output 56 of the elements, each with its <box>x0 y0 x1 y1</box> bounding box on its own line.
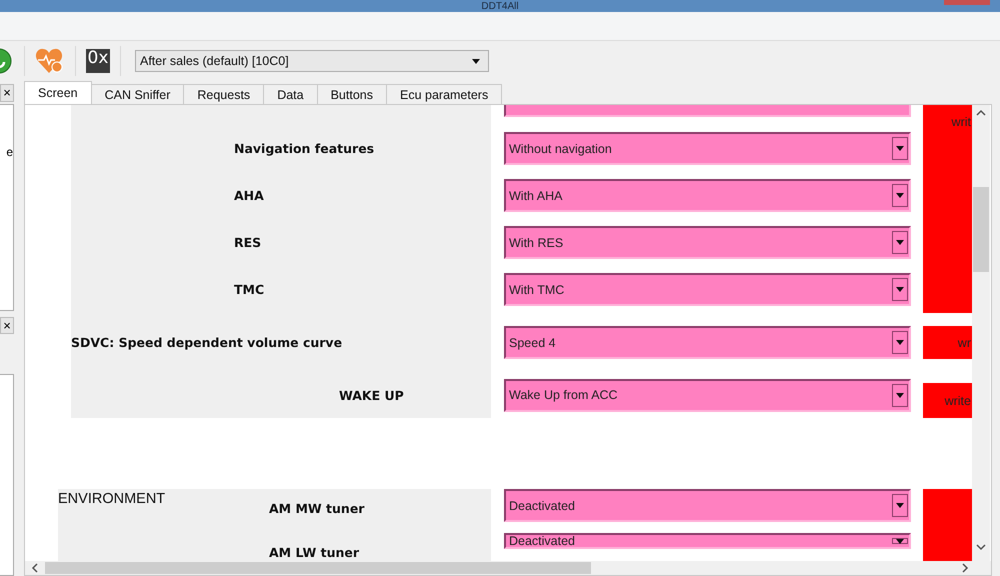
caret-icon <box>896 240 904 245</box>
mode-select[interactable]: After sales (default) [10C0] <box>135 50 489 72</box>
caret-icon <box>896 193 904 198</box>
close-button[interactable]: × <box>0 316 14 334</box>
field-label: AHA <box>233 188 264 203</box>
dropdown-field[interactable]: With AHA <box>504 179 911 212</box>
caret-icon <box>896 538 904 544</box>
field-label: Navigation features <box>233 141 374 156</box>
window-title: DDT4All <box>481 1 519 12</box>
field-label: RES <box>233 235 262 250</box>
dropdown-button[interactable] <box>892 278 908 301</box>
dropdown-field[interactable]: Speed 4 <box>504 326 911 359</box>
write-button[interactable]: writ <box>923 105 972 313</box>
dropdown-button[interactable] <box>892 231 908 254</box>
dropdown-field[interactable]: With TMC <box>504 273 911 306</box>
caret-icon <box>472 58 480 64</box>
dropdown-button[interactable] <box>892 184 908 207</box>
tab[interactable]: Ecu parameters <box>386 84 502 104</box>
dropdown-button[interactable] <box>892 331 908 354</box>
vertical-scrollbar[interactable] <box>972 105 990 561</box>
dropdown-button[interactable] <box>892 137 908 160</box>
caret-icon <box>896 146 904 151</box>
field-label: TMC <box>233 282 264 297</box>
caret-icon <box>896 340 904 345</box>
close-button[interactable]: × <box>0 84 14 102</box>
refresh-icon[interactable] <box>0 48 14 74</box>
caret-icon <box>896 287 904 292</box>
section-title: ENVIRONMENT <box>58 491 166 507</box>
dropdown-button[interactable] <box>892 538 908 544</box>
scroll-down-icon[interactable] <box>976 543 986 551</box>
field-label: AM LW tuner <box>268 545 360 560</box>
dropdown-field[interactable] <box>504 105 911 117</box>
caret-icon <box>896 392 904 398</box>
caret-icon <box>896 503 904 508</box>
dropdown-field[interactable]: Wake Up from ACC <box>504 378 911 412</box>
field-label: SDVC: Speed dependent volume curve <box>71 335 342 350</box>
hex-button[interactable]: 0x <box>86 49 110 73</box>
scroll-right-icon[interactable] <box>961 563 969 573</box>
scroll-left-icon[interactable] <box>31 563 39 573</box>
dropdown-field[interactable]: With RES <box>504 226 911 259</box>
dropdown-field[interactable]: Without navigation <box>504 132 911 165</box>
dropdown-field[interactable]: Deactivated <box>504 533 911 549</box>
dropdown-button[interactable] <box>892 384 908 406</box>
scrollbar-thumb[interactable] <box>973 187 989 272</box>
horizontal-scrollbar[interactable] <box>25 561 991 575</box>
field-label: WAKE UP <box>338 388 404 402</box>
dropdown-button[interactable] <box>892 494 908 517</box>
dropdown-field[interactable]: Deactivated <box>504 489 911 522</box>
tab[interactable]: Screen <box>24 81 92 104</box>
tab[interactable]: Requests <box>183 84 264 104</box>
scroll-up-icon[interactable] <box>976 109 986 117</box>
scrollbar-thumb[interactable] <box>45 562 591 574</box>
write-button[interactable]: write <box>923 383 972 418</box>
panel-text: e <box>6 144 13 159</box>
write-button[interactable]: wr <box>923 326 972 359</box>
field-label: AM MW tuner <box>268 501 364 516</box>
